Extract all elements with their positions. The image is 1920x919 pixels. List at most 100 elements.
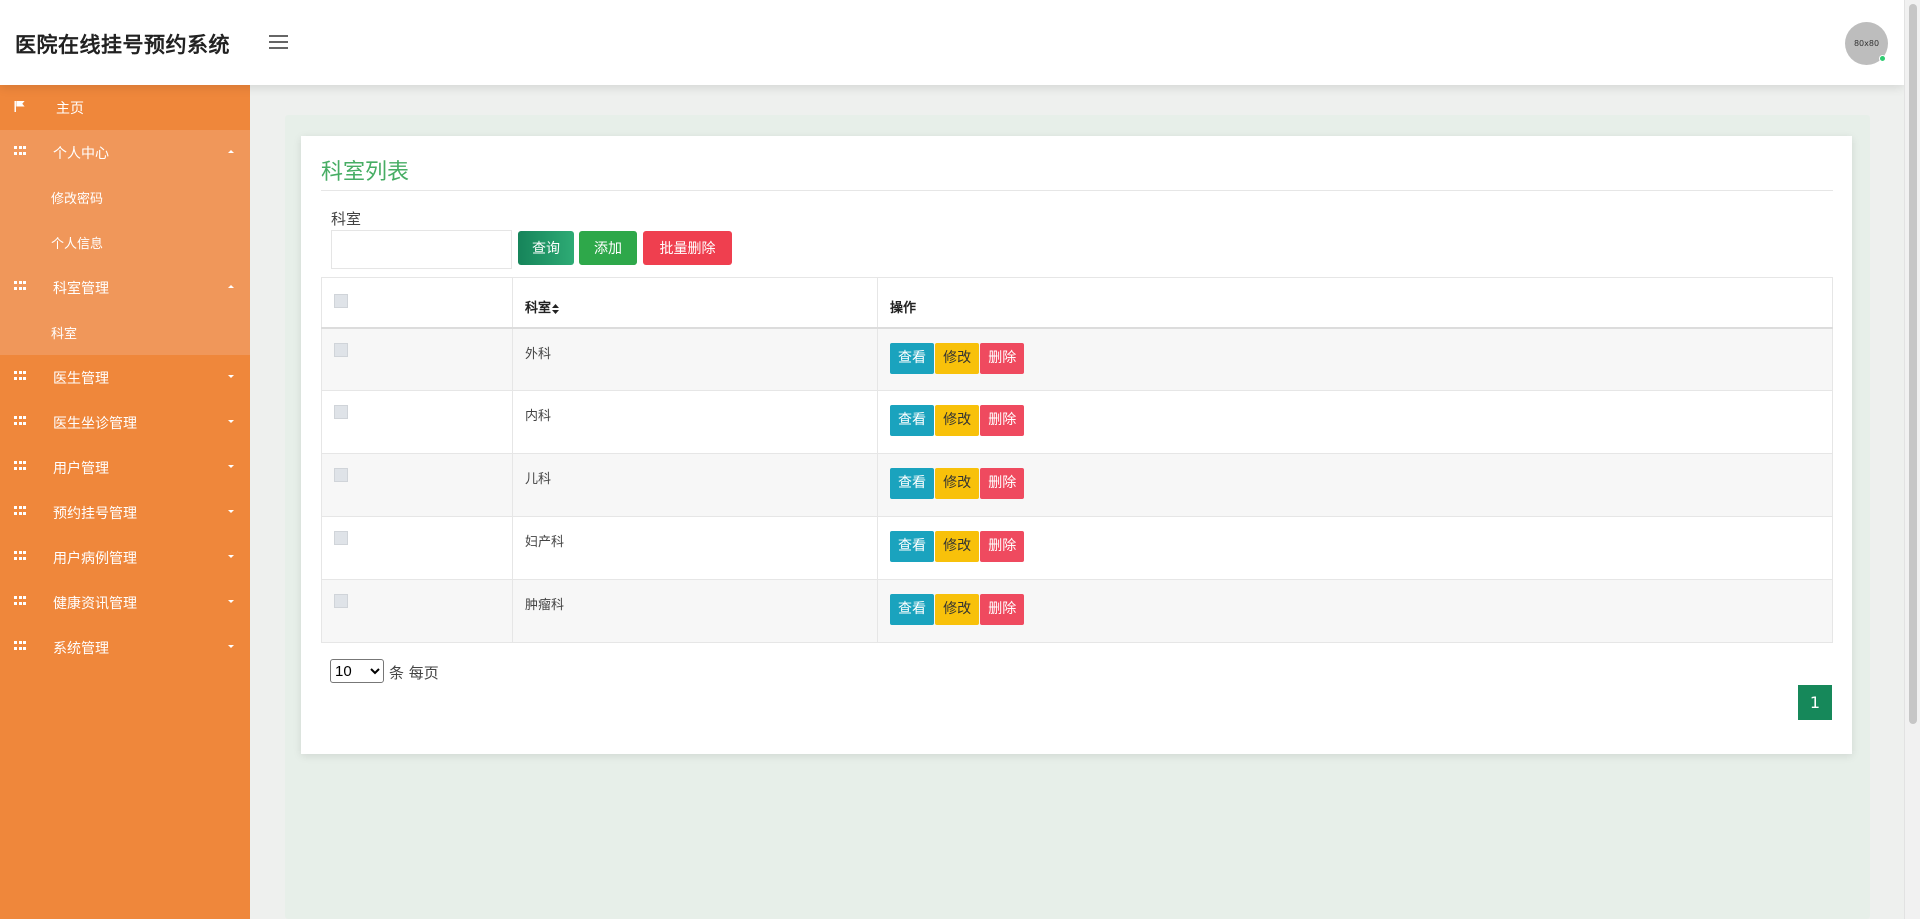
sidebar-item-label: 科室管理 bbox=[53, 280, 109, 297]
ops-cell: 查看 修改 删除 bbox=[877, 327, 1833, 391]
chevron-down-icon bbox=[228, 645, 234, 648]
grid-icon bbox=[14, 281, 26, 292]
sidebar-item-label: 医生坐诊管理 bbox=[53, 415, 137, 432]
grid-icon bbox=[14, 461, 26, 472]
sidebar-item-label: 健康资讯管理 bbox=[53, 595, 137, 612]
grid-icon bbox=[14, 641, 26, 652]
row-checkbox[interactable] bbox=[334, 531, 348, 545]
grid-icon bbox=[14, 146, 26, 157]
grid-icon bbox=[14, 371, 26, 382]
grid-icon bbox=[14, 551, 26, 562]
dept-cell: 外科 bbox=[512, 327, 878, 391]
chevron-up-icon bbox=[228, 285, 234, 288]
sidebar-subitem-change-password[interactable]: 修改密码 bbox=[0, 175, 250, 220]
table-row: 内科 查看 修改 删除 bbox=[321, 390, 1833, 454]
delete-button[interactable]: 删除 bbox=[980, 594, 1025, 625]
top-header: 医院在线挂号预约系统 80x80 bbox=[0, 0, 1904, 85]
scrollbar-thumb[interactable] bbox=[1909, 4, 1917, 724]
sidebar-item-user-management[interactable]: 用户管理 bbox=[0, 445, 250, 490]
chevron-down-icon bbox=[228, 510, 234, 513]
sidebar: 主页 个人中心 修改密码 个人信息 科室管理 科室 医生管理 医生坐诊管理 用户… bbox=[0, 85, 250, 919]
sidebar-item-doctor-management[interactable]: 医生管理 bbox=[0, 355, 250, 400]
sidebar-item-doctor-schedule-management[interactable]: 医生坐诊管理 bbox=[0, 400, 250, 445]
ops-cell: 查看 修改 删除 bbox=[877, 579, 1833, 643]
grid-icon bbox=[14, 596, 26, 607]
chevron-down-icon bbox=[228, 555, 234, 558]
edit-button[interactable]: 修改 bbox=[935, 342, 980, 374]
select-all-checkbox[interactable] bbox=[334, 294, 348, 308]
dept-list-card: 科室列表 科室 查询 添加 批量删除 科室 操作 外科 查看 修改 删除 内科 … bbox=[301, 136, 1852, 754]
sidebar-item-label: 个人中心 bbox=[53, 145, 109, 162]
sidebar-subitem-dept[interactable]: 科室 bbox=[0, 310, 250, 355]
sidebar-item-health-news-management[interactable]: 健康资讯管理 bbox=[0, 580, 250, 625]
view-button[interactable]: 查看 bbox=[890, 405, 934, 436]
sidebar-item-system-management[interactable]: 系统管理 bbox=[0, 625, 250, 670]
view-button[interactable]: 查看 bbox=[890, 594, 934, 625]
per-page-label: 条 每页 bbox=[389, 664, 439, 682]
row-select-cell bbox=[321, 390, 513, 454]
view-button[interactable]: 查看 bbox=[890, 468, 934, 499]
bulk-delete-button[interactable]: 批量删除 bbox=[643, 231, 732, 265]
add-button[interactable]: 添加 bbox=[579, 231, 637, 265]
delete-button[interactable]: 删除 bbox=[980, 531, 1025, 562]
vertical-scrollbar[interactable] bbox=[1904, 0, 1920, 919]
row-select-cell bbox=[321, 579, 513, 643]
dept-table: 科室 操作 外科 查看 修改 删除 内科 查看 修改 删除 儿科 查看 修改 删… bbox=[321, 277, 1833, 643]
row-checkbox[interactable] bbox=[334, 468, 348, 482]
edit-button[interactable]: 修改 bbox=[935, 405, 980, 436]
avatar-placeholder-text: 80x80 bbox=[1853, 39, 1880, 48]
title-divider bbox=[321, 190, 1833, 191]
view-button[interactable]: 查看 bbox=[890, 531, 934, 562]
dept-cell: 肿瘤科 bbox=[512, 579, 878, 643]
app-title: 医院在线挂号预约系统 bbox=[15, 33, 230, 57]
sidebar-item-dept-management[interactable]: 科室管理 bbox=[0, 265, 250, 310]
table-row: 儿科 查看 修改 删除 bbox=[321, 453, 1833, 517]
sidebar-subitem-personal-info[interactable]: 个人信息 bbox=[0, 220, 250, 265]
page-title: 科室列表 bbox=[321, 160, 410, 185]
page-size-select[interactable]: 10 bbox=[330, 659, 384, 683]
sidebar-item-label: 用户管理 bbox=[53, 460, 109, 477]
delete-button[interactable]: 删除 bbox=[980, 405, 1025, 436]
row-select-cell bbox=[321, 327, 513, 391]
edit-button[interactable]: 修改 bbox=[935, 594, 980, 625]
view-button[interactable]: 查看 bbox=[890, 342, 934, 374]
delete-button[interactable]: 删除 bbox=[980, 468, 1025, 499]
row-checkbox[interactable] bbox=[334, 594, 348, 608]
row-checkbox[interactable] bbox=[334, 342, 348, 357]
table-row: 妇产科 查看 修改 删除 bbox=[321, 516, 1833, 580]
dept-cell: 儿科 bbox=[512, 453, 878, 517]
delete-button[interactable]: 删除 bbox=[980, 342, 1025, 374]
pagination-page-1[interactable]: 1 bbox=[1798, 685, 1832, 720]
sidebar-item-label: 预约挂号管理 bbox=[53, 505, 137, 522]
select-all-cell bbox=[321, 277, 513, 329]
dept-cell: 妇产科 bbox=[512, 516, 878, 580]
search-label: 科室 bbox=[331, 210, 362, 228]
menu-toggle-icon[interactable] bbox=[269, 35, 288, 50]
row-select-cell bbox=[321, 516, 513, 580]
dept-header-label: 科室 bbox=[525, 301, 552, 316]
grid-icon bbox=[14, 416, 26, 427]
dept-cell: 内科 bbox=[512, 390, 878, 454]
chevron-down-icon bbox=[228, 375, 234, 378]
table-row: 外科 查看 修改 删除 bbox=[321, 327, 1833, 391]
edit-button[interactable]: 修改 bbox=[935, 531, 980, 562]
query-button[interactable]: 查询 bbox=[518, 231, 574, 265]
ops-cell: 查看 修改 删除 bbox=[877, 453, 1833, 517]
dept-search-input[interactable] bbox=[331, 230, 512, 269]
flag-icon bbox=[14, 101, 25, 112]
row-checkbox[interactable] bbox=[334, 405, 348, 419]
sidebar-item-appointment-management[interactable]: 预约挂号管理 bbox=[0, 490, 250, 535]
dept-column-header[interactable]: 科室 bbox=[512, 277, 878, 329]
ops-cell: 查看 修改 删除 bbox=[877, 390, 1833, 454]
ops-cell: 查看 修改 删除 bbox=[877, 516, 1833, 580]
sidebar-item-label: 用户病例管理 bbox=[53, 550, 137, 567]
sidebar-item-label: 主页 bbox=[56, 100, 84, 117]
avatar[interactable]: 80x80 bbox=[1845, 22, 1888, 65]
sidebar-item-personal-center[interactable]: 个人中心 bbox=[0, 130, 250, 175]
row-select-cell bbox=[321, 453, 513, 517]
ops-column-header: 操作 bbox=[877, 277, 1833, 329]
edit-button[interactable]: 修改 bbox=[935, 468, 980, 499]
chevron-down-icon bbox=[228, 465, 234, 468]
sidebar-item-case-management[interactable]: 用户病例管理 bbox=[0, 535, 250, 580]
sidebar-item-home[interactable]: 主页 bbox=[0, 85, 250, 130]
